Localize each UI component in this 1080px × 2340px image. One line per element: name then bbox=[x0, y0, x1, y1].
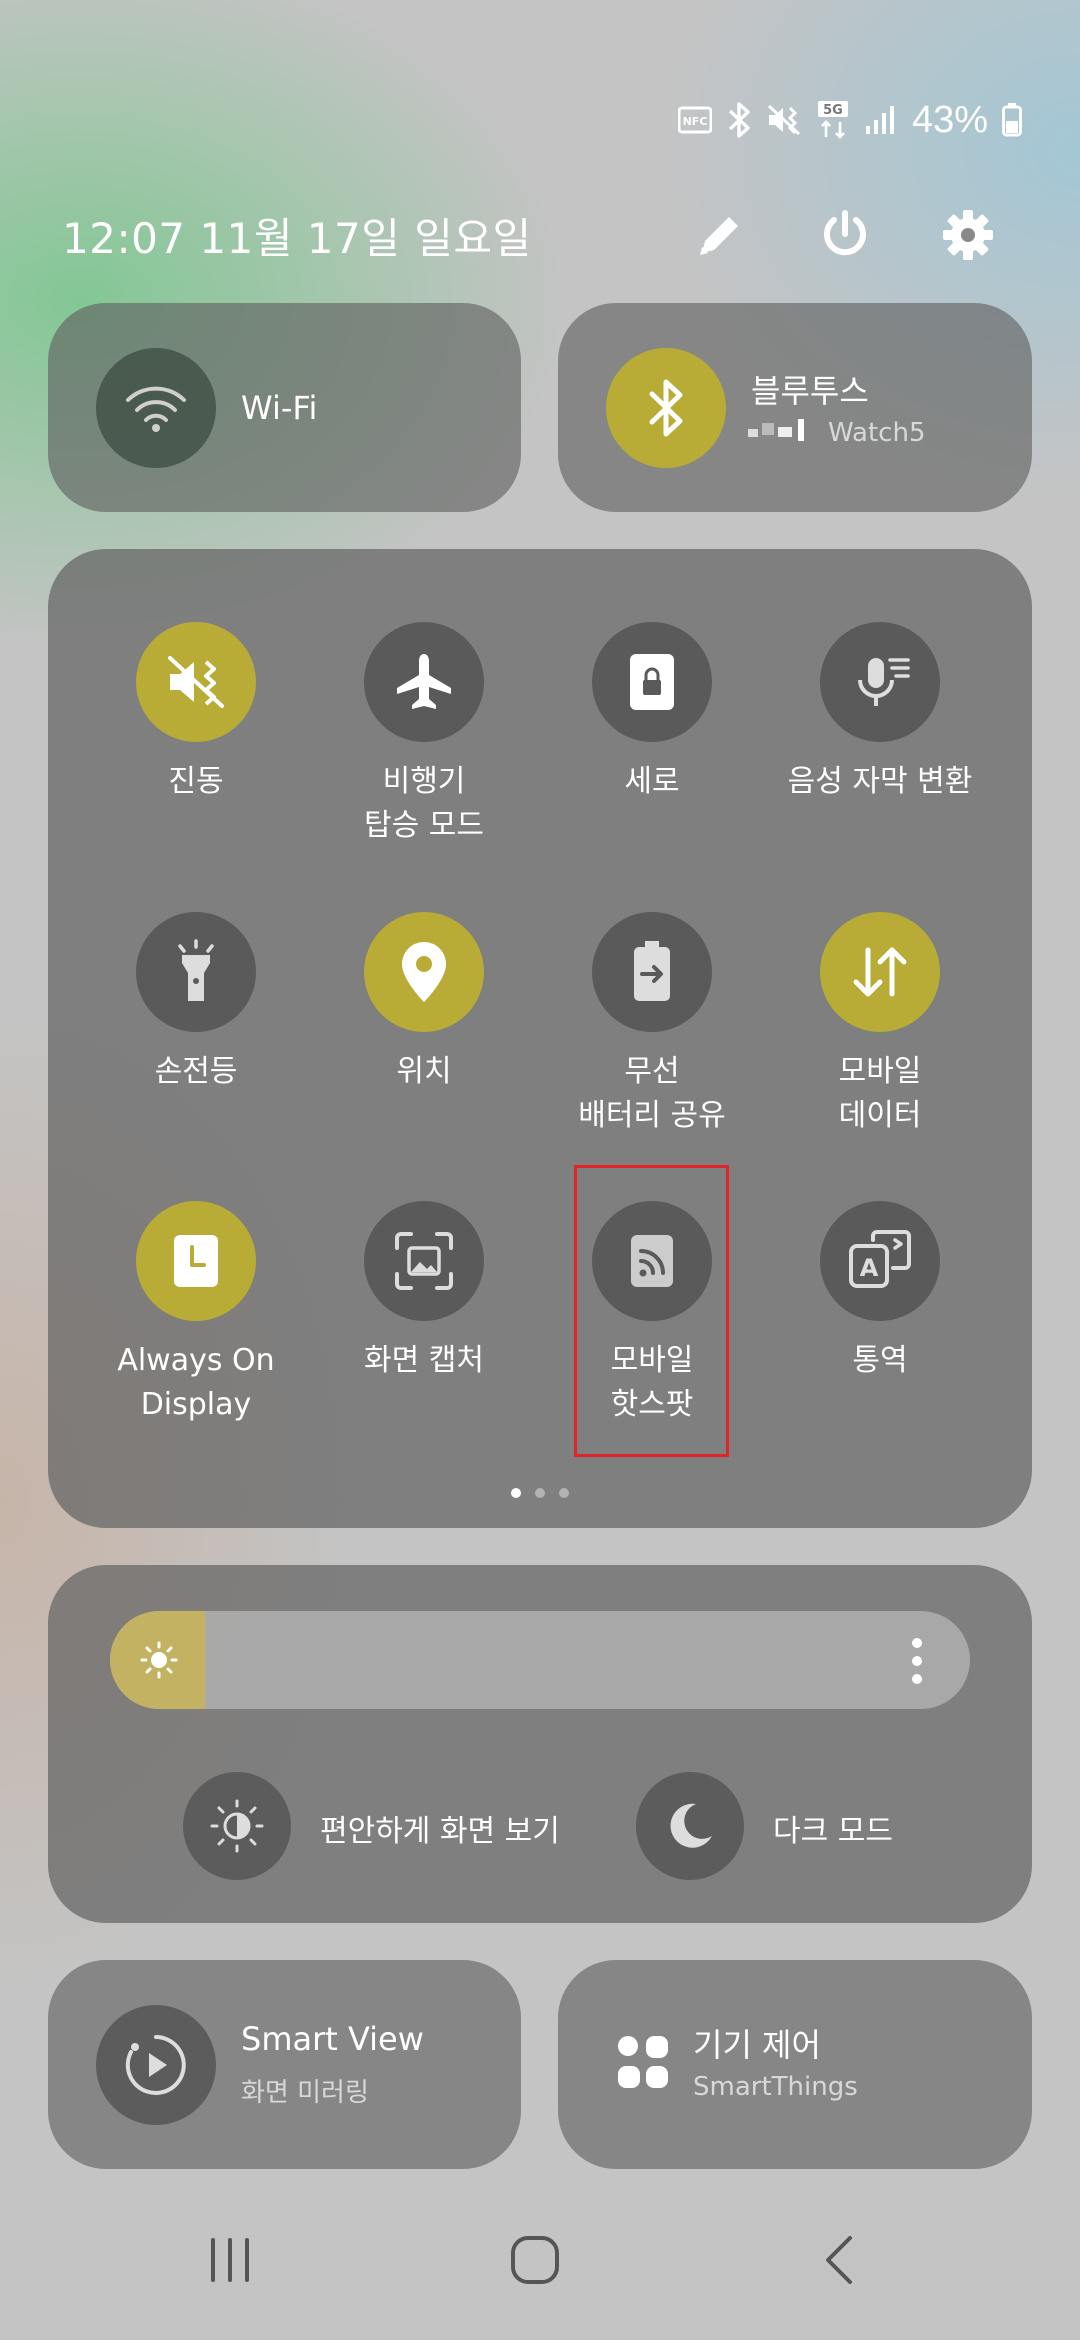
vibrate-icon bbox=[164, 652, 228, 712]
dark-mode-label[interactable]: 다크 모드 bbox=[773, 1806, 893, 1850]
tile-portrait-lock[interactable]: 세로 bbox=[538, 622, 766, 804]
vibrate-toggle[interactable] bbox=[136, 622, 256, 742]
home-icon bbox=[511, 2236, 559, 2284]
tile-label: 손전등 bbox=[154, 1054, 238, 1089]
smart-view-icon bbox=[125, 2035, 186, 2095]
date-time: 12:07 11월 17일 일요일 bbox=[62, 214, 532, 263]
battery-icon bbox=[1002, 103, 1022, 137]
power-icon[interactable] bbox=[815, 205, 875, 265]
screen-capture-toggle[interactable] bbox=[364, 1201, 484, 1321]
back-button[interactable] bbox=[810, 2230, 870, 2290]
tile-screen-capture[interactable]: 화면 캡처 bbox=[310, 1201, 538, 1383]
bluetooth-toggle[interactable] bbox=[606, 348, 726, 468]
svg-text:A: A bbox=[860, 1254, 879, 1282]
bluetooth-icon bbox=[728, 102, 750, 138]
back-icon bbox=[826, 2236, 852, 2284]
smart-view-subtitle: 화면 미러링 bbox=[241, 2078, 369, 2108]
wifi-label: Wi-Fi bbox=[241, 389, 318, 427]
interpreter-toggle[interactable]: A bbox=[820, 1201, 940, 1321]
tile-airplane[interactable]: 비행기 탑승 모드 bbox=[310, 622, 538, 848]
device-control-title: 기기 제어 bbox=[693, 2026, 821, 2064]
bluetooth-card[interactable]: 블루투스 Watch5 bbox=[558, 303, 1032, 512]
page-dot-3[interactable] bbox=[559, 1488, 569, 1498]
tile-label: 세로 bbox=[624, 764, 680, 799]
tile-label: 모바일 데이터 bbox=[838, 1054, 922, 1133]
recent-apps-button[interactable] bbox=[200, 2230, 260, 2290]
tile-always-on-display[interactable]: Always On Display bbox=[82, 1201, 310, 1427]
smart-view-title: Smart View bbox=[241, 2020, 424, 2058]
smart-view-toggle[interactable] bbox=[96, 2005, 216, 2125]
tile-mobile-data[interactable]: 모바일 데이터 bbox=[766, 912, 994, 1138]
page-dot-2[interactable] bbox=[535, 1488, 545, 1498]
nfc-icon: NFC bbox=[677, 106, 712, 134]
svg-text:5G: 5G bbox=[823, 103, 843, 118]
sun-icon bbox=[140, 1641, 178, 1679]
screen-capture-icon bbox=[391, 1228, 457, 1294]
portrait-lock-icon bbox=[624, 650, 680, 714]
bluetooth-device-name: Watch5 bbox=[828, 418, 926, 448]
wifi-icon bbox=[126, 386, 186, 432]
interpreter-icon: A bbox=[845, 1226, 915, 1296]
tile-label: 비행기 탑승 모드 bbox=[364, 764, 484, 843]
eye-comfort-toggle[interactable] bbox=[183, 1772, 291, 1880]
wireless-battery-toggle[interactable] bbox=[592, 912, 712, 1032]
home-button[interactable] bbox=[505, 2230, 565, 2290]
tile-label: 음성 자막 변환 bbox=[787, 764, 973, 799]
portrait-lock-toggle[interactable] bbox=[592, 622, 712, 742]
page-indicator[interactable] bbox=[0, 1488, 1080, 1498]
brightness-slider[interactable] bbox=[110, 1611, 970, 1709]
flashlight-icon bbox=[166, 939, 226, 1005]
smart-view-card[interactable]: Smart View 화면 미러링 bbox=[48, 1960, 521, 2169]
tile-label: 진동 bbox=[168, 764, 224, 799]
location-toggle[interactable] bbox=[364, 912, 484, 1032]
always-on-display-toggle[interactable] bbox=[136, 1201, 256, 1321]
tile-interpreter[interactable]: A 통역 bbox=[766, 1201, 994, 1383]
eye-comfort-icon bbox=[210, 1799, 264, 1853]
signal-icon bbox=[865, 106, 894, 134]
dark-mode-toggle[interactable] bbox=[636, 1772, 744, 1880]
mobile-data-toggle[interactable] bbox=[820, 912, 940, 1032]
location-icon bbox=[396, 938, 452, 1006]
highlight-box bbox=[574, 1165, 729, 1457]
device-control-icon bbox=[618, 2036, 668, 2088]
mobile-data-icon bbox=[848, 940, 912, 1004]
tile-label: 위치 bbox=[396, 1054, 452, 1089]
wifi-toggle[interactable] bbox=[96, 348, 216, 468]
svg-text:NFC: NFC bbox=[683, 115, 708, 128]
tile-vibrate[interactable]: 진동 bbox=[82, 622, 310, 804]
tile-label: 통역 bbox=[852, 1343, 908, 1378]
eye-comfort-label[interactable]: 편안하게 화면 보기 bbox=[320, 1806, 560, 1850]
bluetooth-icon bbox=[649, 379, 683, 437]
tile-wireless-battery[interactable]: 무선 배터리 공유 bbox=[538, 912, 766, 1138]
battery-percentage: 43% bbox=[911, 98, 988, 141]
bluetooth-label: 블루투스 bbox=[751, 372, 869, 410]
device-control-subtitle: SmartThings bbox=[693, 2072, 858, 2102]
moon-icon bbox=[670, 1803, 712, 1848]
live-caption-toggle[interactable] bbox=[820, 622, 940, 742]
vibrate-icon bbox=[767, 104, 800, 136]
settings-icon[interactable] bbox=[938, 205, 998, 265]
tile-label: Always On Display bbox=[117, 1343, 275, 1422]
wifi-card[interactable]: Wi-Fi bbox=[48, 303, 521, 512]
edit-icon[interactable] bbox=[690, 205, 750, 265]
recent-apps-icon bbox=[211, 2238, 249, 2282]
status-bar: NFC 5G 43% bbox=[677, 96, 1022, 144]
wireless-battery-icon bbox=[624, 939, 680, 1005]
airplane-icon bbox=[392, 650, 456, 714]
tile-live-caption[interactable]: 음성 자막 변환 bbox=[766, 622, 994, 804]
5g-icon: 5G bbox=[817, 101, 848, 139]
more-vert-icon[interactable] bbox=[910, 1637, 924, 1685]
always-on-display-icon bbox=[170, 1231, 222, 1291]
tile-location[interactable]: 위치 bbox=[310, 912, 538, 1094]
tile-flashlight[interactable]: 손전등 bbox=[82, 912, 310, 1094]
live-caption-icon bbox=[848, 650, 912, 714]
device-control-card[interactable]: 기기 제어 SmartThings bbox=[558, 1960, 1032, 2169]
tile-label: 화면 캡처 bbox=[364, 1343, 484, 1378]
flashlight-toggle[interactable] bbox=[136, 912, 256, 1032]
device-name-redacted bbox=[748, 419, 818, 445]
page-dot-1[interactable] bbox=[511, 1488, 521, 1498]
airplane-toggle[interactable] bbox=[364, 622, 484, 742]
tile-label: 무선 배터리 공유 bbox=[578, 1054, 726, 1133]
